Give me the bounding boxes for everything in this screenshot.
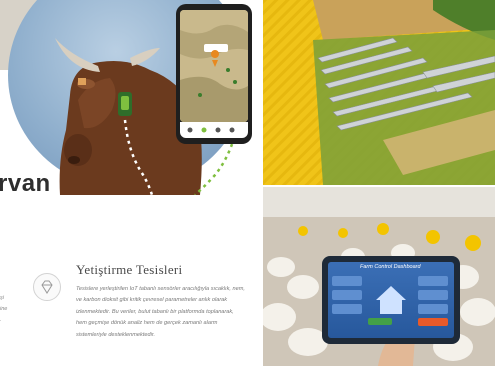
dashboard-tile[interactable] bbox=[418, 304, 448, 314]
dashboard-tile[interactable] bbox=[418, 290, 448, 300]
home-icon[interactable] bbox=[376, 286, 406, 314]
farm-dashboard-screen[interactable] bbox=[328, 262, 454, 338]
phone-bottom-nav bbox=[180, 122, 248, 138]
gem-icon bbox=[33, 273, 61, 301]
nav-home-icon[interactable] bbox=[187, 127, 193, 133]
dashboard-tile[interactable] bbox=[332, 304, 362, 314]
section-body: Tesislere yerleştirilen IoT tabanlı sens… bbox=[76, 286, 245, 338]
cropped-text-fragment: şi ine . bbox=[0, 293, 7, 326]
dashboard-button[interactable] bbox=[368, 318, 392, 325]
brand-wordmark: rvan bbox=[0, 170, 51, 195]
cropped-line: . bbox=[0, 317, 2, 323]
cropped-line: ine bbox=[0, 306, 8, 312]
nav-alerts-icon[interactable] bbox=[215, 127, 221, 133]
section-title: Yetiştirme Tesisleri bbox=[76, 262, 183, 277]
cropped-line: şi bbox=[0, 295, 4, 301]
dashboard-tile[interactable] bbox=[332, 276, 362, 286]
map-view bbox=[180, 10, 248, 122]
dashboard-toggle[interactable] bbox=[418, 318, 448, 326]
dashboard-title: Farm Control Dashboard bbox=[360, 264, 421, 270]
dashboard-tile[interactable] bbox=[418, 276, 448, 286]
nav-map-icon[interactable] bbox=[201, 127, 207, 133]
phone-map-screen bbox=[180, 10, 248, 122]
nav-settings-icon[interactable] bbox=[229, 127, 235, 133]
farm-aerial-photo bbox=[263, 0, 495, 185]
dashboard-tile[interactable] bbox=[332, 290, 362, 300]
